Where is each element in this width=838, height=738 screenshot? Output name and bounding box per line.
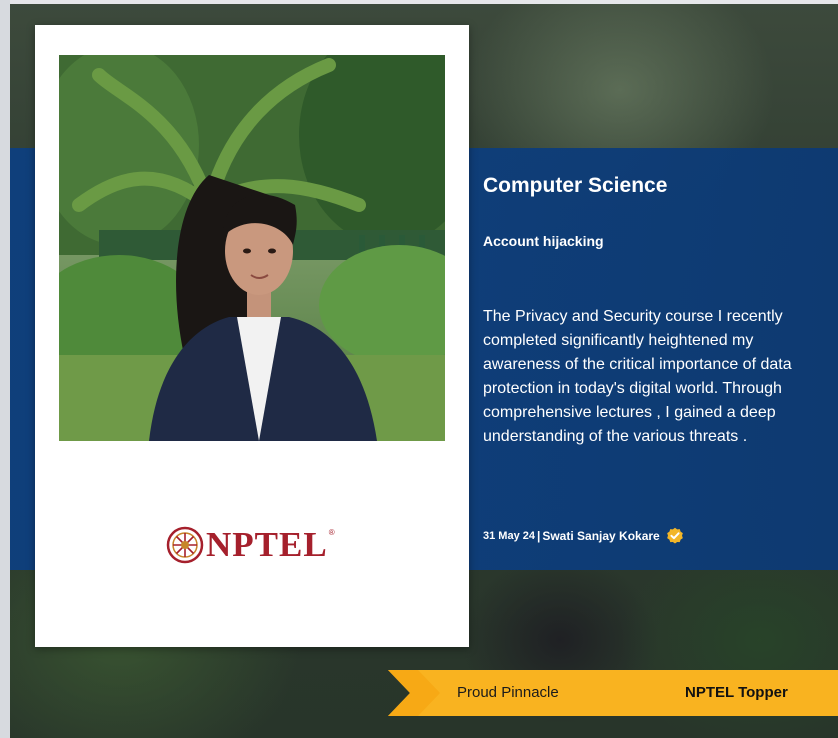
testimonial-text: The Privacy and Security course I recent… [483,308,792,445]
student-photo-illustration [59,55,445,441]
course-topic: Account hijacking [483,233,604,249]
author-name: Swati Sanjay Kokare [542,529,660,543]
nptel-emblem-icon [166,526,204,564]
testimonial-content: Computer Science Account hijacking The P… [483,172,833,544]
topper-ribbon: Proud Pinnacle NPTEL Topper [388,670,838,716]
registered-mark-icon: ® [328,528,335,537]
nptel-logo: NPTEL ® [166,524,335,566]
top-border [0,0,838,4]
post-date: 31 May 24 [483,530,535,542]
nptel-logo-text: NPTEL [206,525,328,564]
ribbon-label-proud-pinnacle: Proud Pinnacle [457,684,559,701]
ribbon-label-nptel-topper: NPTEL Topper [685,684,788,701]
author-line: 31 May 24 | Swati Sanjay Kokare [483,526,684,546]
left-border [0,0,10,738]
course-category: Computer Science [483,174,668,197]
photo-card: NPTEL ® [35,25,469,647]
separator: | [536,529,541,543]
verified-badge-icon [666,527,683,544]
student-photo [59,55,445,441]
